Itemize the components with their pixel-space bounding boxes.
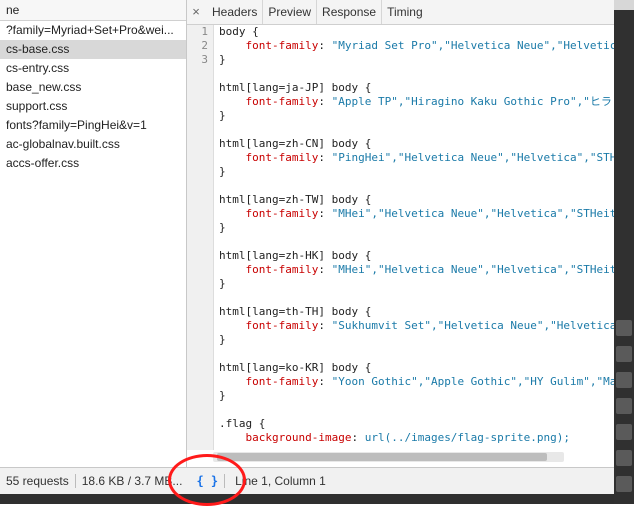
tab-preview[interactable]: Preview: [263, 0, 318, 24]
background-window-edge: [614, 0, 634, 504]
code-line: html[lang=zh-HK] body {: [219, 249, 372, 262]
request-row[interactable]: cs-entry.css: [0, 59, 186, 78]
avatar-icon: [616, 320, 632, 336]
avatar-icon: [616, 372, 632, 388]
code-line: font-family: "Sukhumvit Set","Helvetica …: [219, 319, 615, 333]
css-property: font-family: [245, 319, 319, 332]
tab-response[interactable]: Response: [317, 0, 383, 24]
css-property: font-family: [245, 39, 319, 52]
css-property: background-image: [245, 431, 352, 444]
line-number-gutter: 1 2 3: [187, 25, 214, 450]
code-line: }: [219, 389, 226, 402]
code-line: html[lang=zh-CN] body {: [219, 137, 372, 150]
request-row[interactable]: ac-globalnav.built.css: [0, 135, 186, 154]
network-request-list: ne ?family=Myriad+Set+Pro&wei... cs-base.…: [0, 0, 187, 467]
request-row[interactable]: support.css: [0, 97, 186, 116]
code-line: html[lang=ja-JP] body {: [219, 81, 372, 94]
css-value: url(../images/flag-sprite.png);: [364, 431, 571, 444]
code-line: font-family: "MHei","Helvetica Neue","He…: [219, 207, 615, 221]
code-line: background-image: url(../images/flag-spr…: [245, 431, 571, 444]
tab-headers[interactable]: Headers: [207, 0, 264, 24]
code-line: html[lang=th-TH] body {: [219, 305, 372, 318]
code-line: font-family: "PingHei","Helvetica Neue",…: [219, 151, 615, 165]
line-number: 3: [201, 53, 208, 66]
avatar-icon: [616, 424, 632, 440]
avatar-icon: [616, 398, 632, 414]
scrollbar-thumb[interactable]: [217, 453, 547, 461]
request-row[interactable]: base_new.css: [0, 78, 186, 97]
css-source-viewer[interactable]: 1 2 3 body { font-family: "Myriad Set Pr…: [187, 25, 614, 450]
window-bottom-edge: [0, 494, 614, 504]
avatar-icon: [616, 450, 632, 466]
status-bar: 55 requests 18.6 KB / 3.7 MB... { } Line…: [0, 467, 614, 494]
request-row[interactable]: ?family=Myriad+Set+Pro&wei...: [0, 21, 186, 40]
code-line: font-family: "MHei","Helvetica Neue","He…: [219, 263, 615, 277]
strip-top: [614, 0, 634, 10]
code-line: }: [219, 165, 226, 178]
css-value: "MHei","Helvetica Neue","Helvetica","STH…: [331, 263, 614, 276]
code-line: body {: [219, 25, 259, 38]
request-row[interactable]: fonts?family=PingHei&v=1: [0, 116, 186, 135]
code-line: }: [219, 221, 226, 234]
css-property: font-family: [245, 263, 319, 276]
request-row[interactable]: cs-base.css: [0, 40, 186, 59]
css-value: "Sukhumvit Set","Helvetica Neue","Helvet…: [331, 319, 614, 332]
detail-tabs: × Headers Preview Response Timing: [187, 0, 614, 25]
tab-timing[interactable]: Timing: [382, 0, 428, 24]
close-icon[interactable]: ×: [189, 5, 203, 19]
avatar-icon: [616, 346, 632, 362]
response-preview-panel: × Headers Preview Response Timing 1 2 3 …: [187, 0, 614, 467]
css-value: "Yoon Gothic","Apple Gothic","HY Gulim",…: [331, 375, 614, 388]
red-highlight-circle: [168, 454, 246, 506]
code-line: }: [219, 333, 226, 346]
code-line: html[lang=ko-KR] body {: [219, 361, 372, 374]
code-content: body { font-family: "Myriad Set Pro","He…: [219, 25, 614, 445]
css-value: "PingHei","Helvetica Neue","Helvetica","…: [331, 151, 614, 164]
code-line: font-family: "Apple TP","Hiragino Kaku G…: [245, 95, 612, 108]
code-line: font-family: "Yoon Gothic","Apple Gothic…: [219, 375, 615, 389]
css-value: "Myriad Set Pro","Helvetica Neue","Helve…: [331, 39, 614, 52]
code-line: }: [219, 109, 226, 122]
line-number: 1: [201, 25, 208, 38]
code-line: }: [219, 277, 226, 290]
css-value: "MHei","Helvetica Neue","Helvetica","STH…: [331, 207, 614, 220]
line-number: 2: [201, 39, 208, 52]
css-property: font-family: [245, 207, 319, 220]
css-property: font-family: [245, 95, 319, 108]
avatar-icon: [616, 476, 632, 492]
css-value: "Apple TP","Hiragino Kaku Gothic Pro","ヒ…: [331, 95, 612, 108]
code-line: font-family: "Myriad Set Pro","Helvetica…: [219, 39, 615, 53]
request-row[interactable]: accs-offer.css: [0, 154, 186, 173]
css-property: font-family: [245, 151, 319, 164]
name-column-header[interactable]: ne: [0, 0, 186, 21]
code-line: .flag {: [219, 417, 266, 430]
code-line: }: [219, 53, 226, 66]
horizontal-scrollbar[interactable]: [213, 452, 564, 462]
css-property: font-family: [245, 375, 319, 388]
code-line: html[lang=zh-TW] body {: [219, 193, 372, 206]
request-count: 55 requests: [6, 474, 69, 488]
